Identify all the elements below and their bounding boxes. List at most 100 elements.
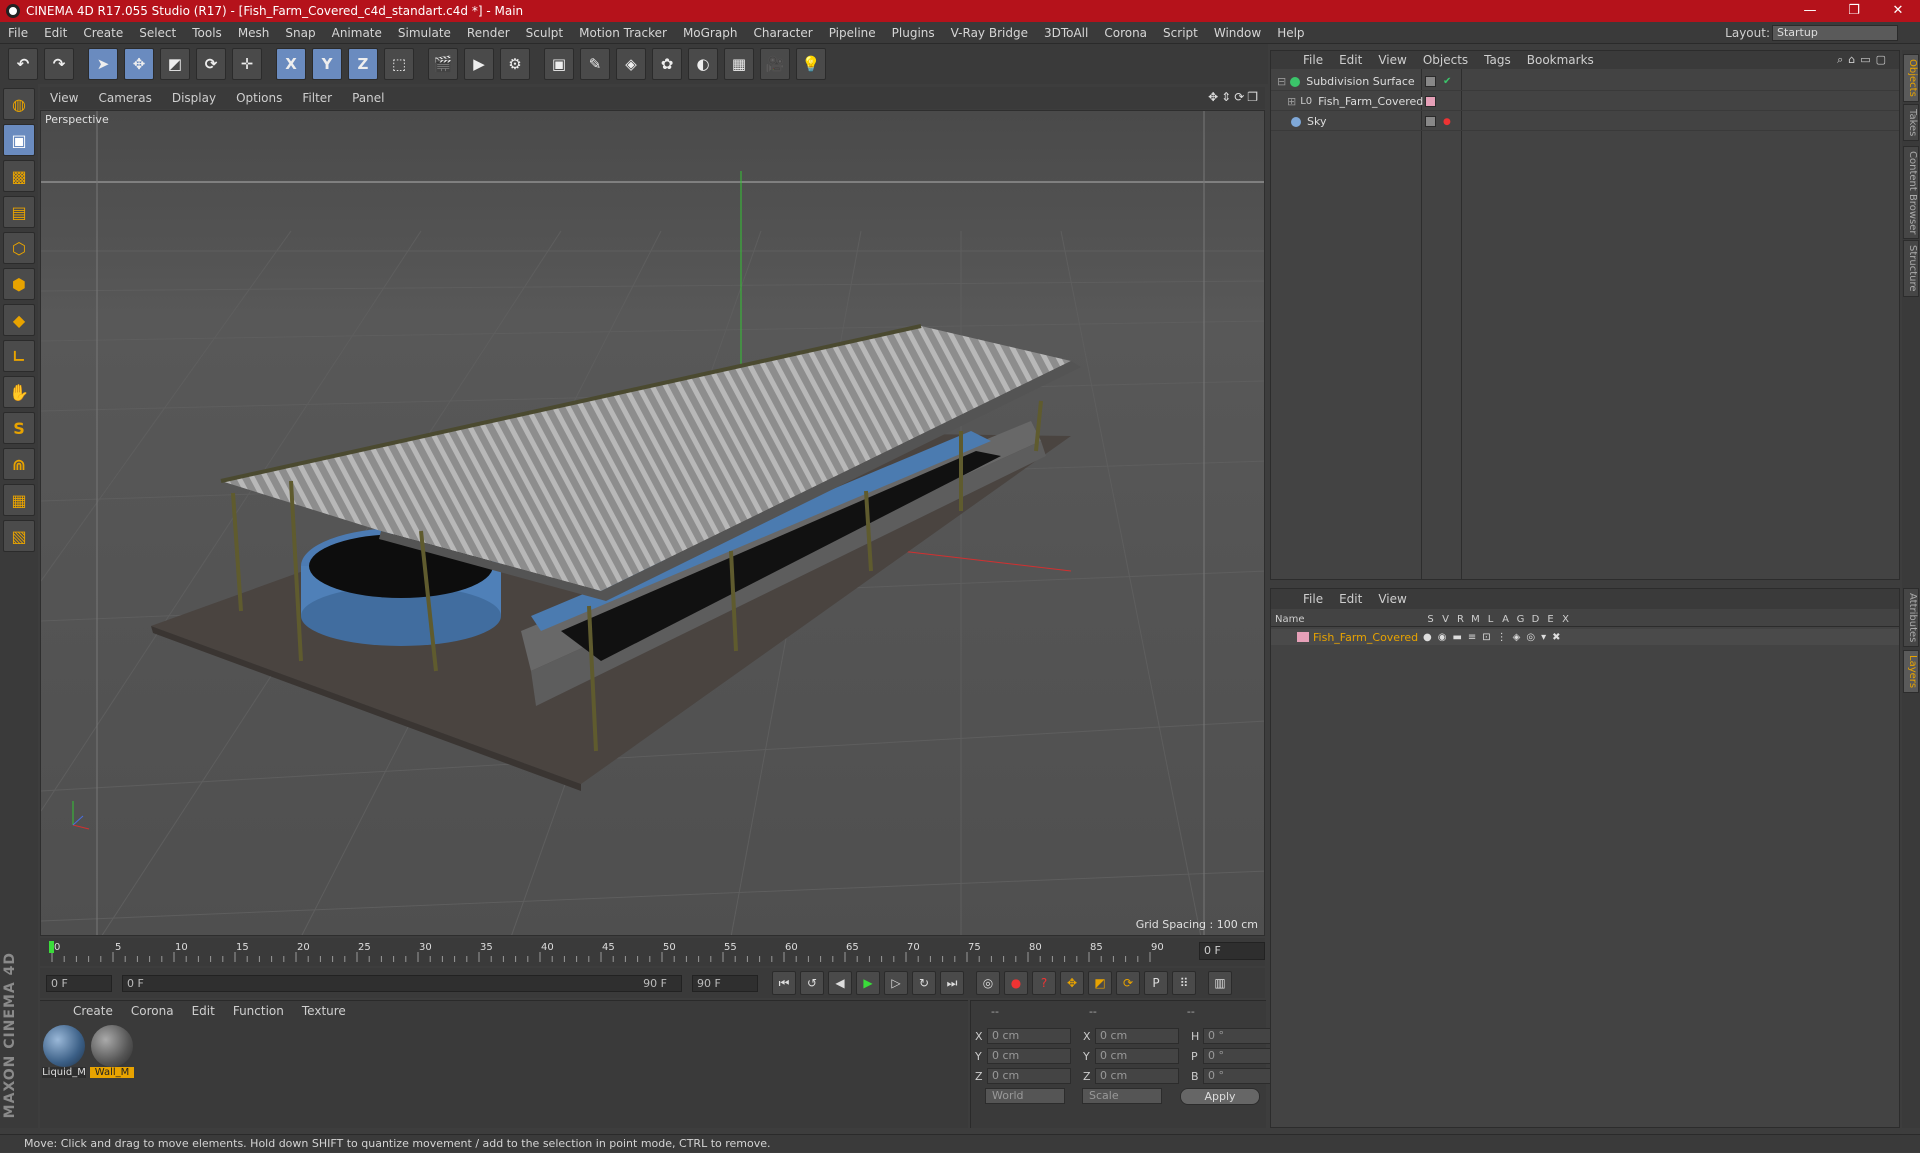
tree-expand-icon[interactable]: ⊞ xyxy=(1287,95,1296,108)
menu-sculpt[interactable]: Sculpt xyxy=(518,22,571,44)
menu-plugins[interactable]: Plugins xyxy=(884,22,943,44)
end-frame-field[interactable]: 90 F xyxy=(692,974,758,992)
menu-help[interactable]: Help xyxy=(1269,22,1312,44)
tab-takes[interactable]: Takes xyxy=(1903,104,1919,142)
menu-motion-tracker[interactable]: Motion Tracker xyxy=(571,22,675,44)
scale-tool-icon[interactable]: ◩ xyxy=(160,48,190,80)
menu-script[interactable]: Script xyxy=(1155,22,1206,44)
close-button[interactable]: ✕ xyxy=(1876,0,1920,22)
material-wall[interactable]: Wall_M xyxy=(90,1025,134,1078)
menu-tools[interactable]: Tools xyxy=(184,22,230,44)
cube-primitive-icon[interactable]: ▣ xyxy=(544,48,574,80)
mat-menu-function[interactable]: Function xyxy=(224,1004,293,1018)
vp-menu-display[interactable]: Display xyxy=(162,91,226,105)
rotate-tool-icon[interactable]: ⟳ xyxy=(196,48,226,80)
menu-character[interactable]: Character xyxy=(745,22,820,44)
layer-menu-edit[interactable]: Edit xyxy=(1331,592,1370,606)
coord-scale-select[interactable]: Scale xyxy=(1082,1088,1162,1104)
tab-content-browser[interactable]: Content Browser xyxy=(1903,146,1919,240)
position-x-field[interactable]: 0 cm xyxy=(987,1028,1071,1044)
obj-menu-tags[interactable]: Tags xyxy=(1476,53,1519,67)
model-mode-icon[interactable]: ▣ xyxy=(3,124,35,156)
viewport-nav-icons[interactable]: ✥⇕⟳❐ xyxy=(1208,90,1261,104)
subdivision-surface-icon[interactable]: ◈ xyxy=(616,48,646,80)
timeline-window-icon[interactable]: ▥ xyxy=(1208,971,1232,995)
menu-animate[interactable]: Animate xyxy=(324,22,390,44)
workplane-icon[interactable]: ▤ xyxy=(3,196,35,228)
key-pla-icon[interactable]: ⠿ xyxy=(1172,971,1196,995)
floor-environment-icon[interactable]: ▦ xyxy=(724,48,754,80)
layer-toggle-icons[interactable]: ●◉▬≡⊡⋮◈◎▾✖ xyxy=(1423,632,1566,643)
y-axis-icon[interactable]: Y xyxy=(312,48,342,80)
pen-spline-icon[interactable]: ✎ xyxy=(580,48,610,80)
tab-layers[interactable]: Layers xyxy=(1903,650,1919,694)
layer-menu-file[interactable]: File xyxy=(1295,592,1331,606)
enabled-check-icon[interactable]: ✔ xyxy=(1443,76,1451,87)
position-y-field[interactable]: 0 cm xyxy=(987,1048,1071,1064)
polygons-mode-icon[interactable]: ◆ xyxy=(3,304,35,336)
object-row-fish-farm[interactable]: ⊞ L0 Fish_Farm_Covered xyxy=(1271,93,1899,111)
layer-color-swatch[interactable] xyxy=(1297,632,1309,642)
playhead[interactable] xyxy=(49,941,54,953)
axis-mode-icon[interactable]: ∟ xyxy=(3,340,35,372)
position-z-field[interactable]: 0 cm xyxy=(987,1068,1071,1084)
vp-menu-options[interactable]: Options xyxy=(226,91,292,105)
obj-manager-tool-icons[interactable]: ⌕⌂▭▢ xyxy=(1837,53,1891,67)
deformer-icon[interactable]: ◐ xyxy=(688,48,718,80)
size-z-field[interactable]: 0 cm xyxy=(1095,1068,1179,1084)
render-picture-viewer-icon[interactable]: ▶ xyxy=(464,48,494,80)
camera-icon[interactable]: 🎥 xyxy=(760,48,790,80)
z-axis-icon[interactable]: Z xyxy=(348,48,378,80)
record-keys-icon[interactable]: ● xyxy=(1004,971,1028,995)
snap-magnet-icon[interactable]: ⋒ xyxy=(3,448,35,480)
make-editable-icon[interactable]: ◍ xyxy=(3,88,35,120)
move-tool-icon[interactable]: ✥ xyxy=(124,48,154,80)
play-icon[interactable]: ▶ xyxy=(856,971,880,995)
next-key-icon[interactable]: ↻ xyxy=(912,971,936,995)
menu-vray-bridge[interactable]: V-Ray Bridge xyxy=(943,22,1036,44)
menu-select[interactable]: Select xyxy=(131,22,184,44)
frame-range-slider[interactable]: 0 F 90 F xyxy=(122,974,682,992)
tweak-mode-icon[interactable]: ✋ xyxy=(3,376,35,408)
coordinate-system-icon[interactable]: ⬚ xyxy=(384,48,414,80)
go-to-end-icon[interactable]: ⏭ xyxy=(940,971,964,995)
live-move-icon[interactable]: ✛ xyxy=(232,48,262,80)
maximize-button[interactable]: ❐ xyxy=(1832,0,1876,22)
visibility-dot-icon[interactable]: ● xyxy=(1443,117,1451,127)
menu-snap[interactable]: Snap xyxy=(277,22,323,44)
menu-edit[interactable]: Edit xyxy=(36,22,75,44)
mat-menu-corona[interactable]: Corona xyxy=(122,1004,183,1018)
motion-record-icon[interactable]: ◎ xyxy=(976,971,1000,995)
coord-space-select[interactable]: World xyxy=(985,1088,1065,1104)
menu-3dtoall[interactable]: 3DToAll xyxy=(1036,22,1096,44)
menu-pipeline[interactable]: Pipeline xyxy=(821,22,884,44)
apply-button[interactable]: Apply xyxy=(1180,1088,1260,1105)
menu-file[interactable]: File xyxy=(0,22,36,44)
tab-structure[interactable]: Structure xyxy=(1903,240,1919,297)
array-mograph-icon[interactable]: ✿ xyxy=(652,48,682,80)
tree-collapse-icon[interactable]: ⊟ xyxy=(1277,75,1286,88)
menu-window[interactable]: Window xyxy=(1206,22,1269,44)
obj-menu-file[interactable]: File xyxy=(1295,53,1331,67)
menu-create[interactable]: Create xyxy=(75,22,131,44)
menu-corona[interactable]: Corona xyxy=(1096,22,1155,44)
size-y-field[interactable]: 0 cm xyxy=(1095,1048,1179,1064)
undo-icon[interactable]: ↶ xyxy=(8,48,38,80)
key-position-icon[interactable]: ✥ xyxy=(1060,971,1084,995)
size-x-field[interactable]: 0 cm xyxy=(1095,1028,1179,1044)
points-mode-icon[interactable]: ⬡ xyxy=(3,232,35,264)
layer-menu-view[interactable]: View xyxy=(1370,592,1414,606)
tab-attributes[interactable]: Attributes xyxy=(1903,588,1919,648)
solo-mode-icon[interactable]: S xyxy=(3,412,35,444)
texture-mode-icon[interactable]: ▩ xyxy=(3,160,35,192)
tab-objects[interactable]: Objects xyxy=(1903,54,1919,102)
current-frame-field[interactable]: 0 F xyxy=(1199,942,1265,960)
light-icon[interactable]: 💡 xyxy=(796,48,826,80)
locked-workplane-icon[interactable]: ▦ xyxy=(3,484,35,516)
mat-menu-texture[interactable]: Texture xyxy=(293,1004,355,1018)
start-frame-field[interactable]: 0 F xyxy=(46,974,112,992)
menu-mograph[interactable]: MoGraph xyxy=(675,22,746,44)
render-settings-icon[interactable]: ⚙ xyxy=(500,48,530,80)
x-axis-icon[interactable]: X xyxy=(276,48,306,80)
material-liquid[interactable]: Liquid_M xyxy=(42,1025,86,1078)
